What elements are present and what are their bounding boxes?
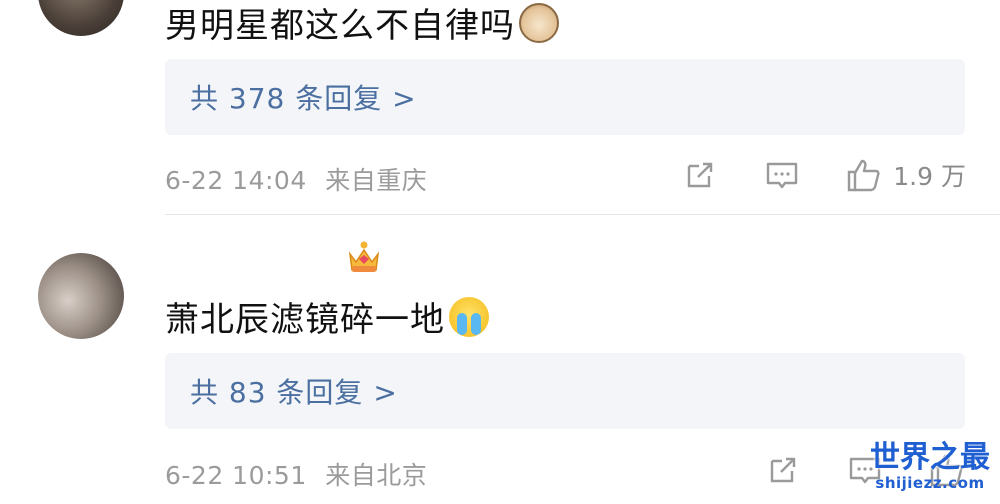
timestamp: 6-22 14:04 [165, 166, 307, 195]
comment-icon[interactable] [763, 156, 801, 194]
replies-count-label: 共 83 条回复 > [190, 376, 398, 409]
share-icon[interactable] [764, 451, 802, 489]
comment-text: 萧北辰滤镜碎一地 [165, 292, 489, 341]
crown-icon [348, 240, 380, 274]
divider [165, 214, 1000, 215]
replies-count-label: 共 378 条回复 > [190, 82, 417, 115]
share-icon[interactable] [681, 156, 719, 194]
watermark-title: 世界之最 [870, 440, 990, 475]
comment-text-content: 萧北辰滤镜碎一地 [165, 300, 445, 340]
like-button[interactable]: 1.9 万 [845, 156, 966, 194]
replies-link[interactable]: 共 83 条回复 > [165, 353, 965, 429]
avatar[interactable] [38, 253, 124, 339]
comment-meta: 6-22 10:51 来自北京 [165, 456, 427, 492]
thumbs-up-icon [845, 156, 883, 194]
comment-meta: 6-22 14:04 来自重庆 [165, 161, 427, 197]
like-count: 1.9 万 [893, 162, 966, 191]
site-watermark: 世界之最 shijiezz.com [870, 442, 990, 500]
replies-link[interactable]: 共 378 条回复 > [165, 59, 965, 135]
watermark-url: shijiezz.com [875, 474, 985, 492]
comment-text: 男明星都这么不自律吗 [165, 0, 559, 47]
comment-actions: 1.9 万 [681, 156, 966, 194]
timestamp: 6-22 10:51 [165, 461, 307, 490]
comment-text-content: 男明星都这么不自律吗 [165, 6, 515, 46]
avatar[interactable] [38, 0, 124, 36]
cat-face-emoji-icon [519, 2, 559, 43]
location: 来自重庆 [325, 166, 428, 195]
location: 来自北京 [325, 461, 428, 490]
crying-face-emoji-icon [449, 296, 489, 337]
